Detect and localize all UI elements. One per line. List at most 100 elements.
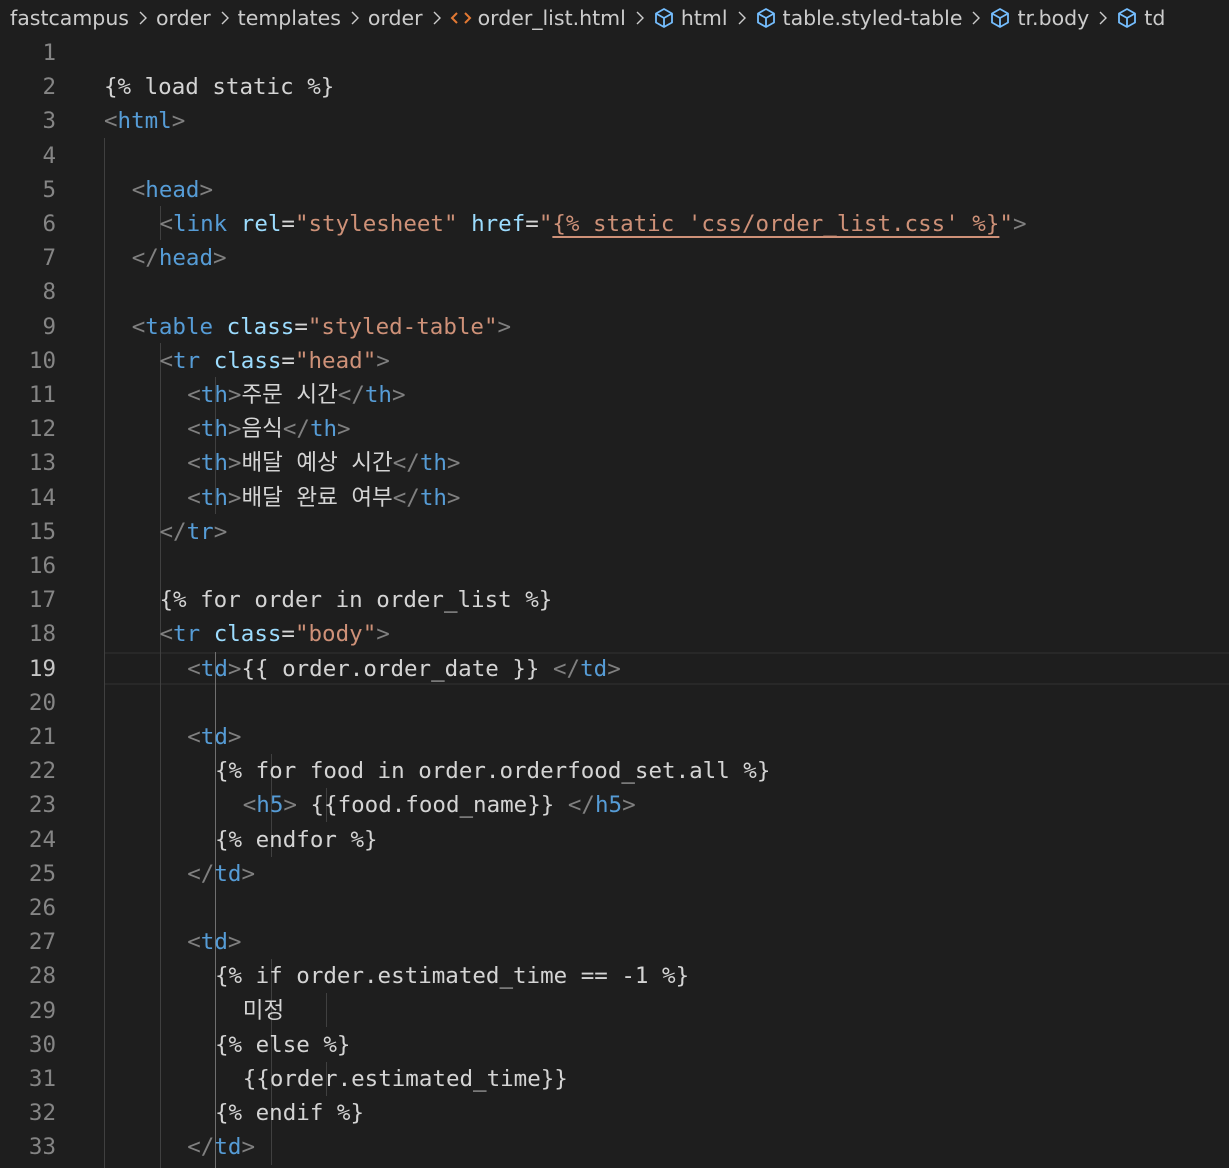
code-token: >	[227, 655, 242, 682]
breadcrumb-label: td	[1144, 5, 1166, 30]
code-token: </	[159, 518, 187, 545]
breadcrumb-item-templates[interactable]: templates	[238, 6, 341, 30]
line-number: 23	[28, 792, 56, 819]
code-token: th	[200, 416, 228, 443]
cube-icon	[989, 7, 1011, 29]
code-token: >	[227, 724, 242, 750]
code-token: {{food.food_name}}	[296, 792, 568, 819]
code-token: 음식	[241, 416, 283, 443]
code-line[interactable]: 1	[0, 36, 1229, 70]
code-token: >	[1012, 211, 1027, 237]
code-line[interactable]: 13 <th>배달 예상 시간</th>	[0, 446, 1229, 480]
chevron-right-icon	[220, 10, 230, 26]
code-token: "stylesheet"	[294, 211, 458, 237]
code-token: >	[241, 860, 255, 887]
code-token: td	[214, 860, 242, 887]
code-line[interactable]: 28 {% if order.estimated_time == -1 %}	[0, 959, 1229, 993]
code-token: =	[281, 347, 295, 374]
line-number: 10	[28, 347, 56, 374]
code-line[interactable]: 12 <th>음식</th>	[0, 412, 1229, 446]
code-line[interactable]: 20	[0, 686, 1229, 720]
code-token: href	[471, 211, 526, 237]
code-token: >	[497, 313, 512, 340]
code-line[interactable]: 27 <td>	[0, 925, 1229, 959]
breadcrumb-label: order_list.html	[477, 5, 626, 30]
code-line[interactable]: 11 <th>주문 시간</th>	[0, 378, 1229, 412]
code-line[interactable]: 14 <th>배달 완료 여부</th>	[0, 481, 1229, 515]
code-line[interactable]: 16	[0, 549, 1229, 583]
code-token: >	[227, 416, 242, 443]
code-line[interactable]: 8	[0, 275, 1229, 309]
code-line[interactable]: 3 <html>	[0, 104, 1229, 138]
code-token: >	[391, 382, 406, 408]
code-line[interactable]: 22 {% for food in order.orderfood_set.all…	[0, 754, 1229, 788]
code-token: =	[281, 211, 295, 237]
code-token: "body"	[294, 621, 377, 648]
code-token: class	[226, 313, 295, 340]
code-line[interactable]: 21 <td>	[0, 720, 1229, 754]
code-line[interactable]: 29 미정	[0, 994, 1229, 1028]
breadcrumb-label: fastcampus	[10, 5, 129, 30]
line-number: 14	[28, 484, 56, 511]
code-line[interactable]: 4	[0, 139, 1229, 173]
code-token: >	[227, 484, 242, 511]
code-line[interactable]: 17 {% for order in order_list %}	[0, 583, 1229, 617]
code-text: </head>	[132, 241, 227, 275]
code-token: {% else %}	[215, 1031, 351, 1058]
code-line[interactable]: 7 </head>	[0, 241, 1229, 275]
code-token: <	[187, 929, 201, 956]
code-token: >	[337, 416, 351, 443]
code-token: >	[199, 176, 214, 203]
code-text: <th>주문 시간</th>	[187, 378, 405, 412]
breadcrumb-item-td[interactable]: td	[1116, 6, 1165, 30]
line-number: 30	[28, 1031, 56, 1058]
code-line[interactable]: 26	[0, 891, 1229, 925]
code-line[interactable]: 32 {% endif %}	[0, 1096, 1229, 1130]
code-line[interactable]: 18 <tr class="body">	[0, 617, 1229, 651]
breadcrumb-item-tr-body[interactable]: tr.body	[989, 6, 1089, 30]
cube-icon	[653, 7, 675, 29]
breadcrumb-item-order-folder[interactable]: order	[368, 6, 423, 30]
line-number: 6	[42, 211, 56, 237]
code-token: {% for order in order_list %}	[159, 587, 553, 614]
breadcrumb-item-order[interactable]: order	[156, 6, 211, 30]
code-line[interactable]: 24 {% endfor %}	[0, 823, 1229, 857]
line-number: 3	[42, 108, 56, 135]
code-line[interactable]: 9 <table class="styled-table">	[0, 310, 1229, 344]
code-line[interactable]: 19 <td>{{ order.order_date }} </td>	[0, 652, 1229, 686]
line-number: 5	[42, 176, 56, 203]
code-text: <head>	[132, 173, 213, 207]
code-token: </	[567, 792, 595, 819]
code-token: th	[200, 382, 228, 408]
code-line[interactable]: 10 <tr class="head">	[0, 344, 1229, 378]
breadcrumb-item-fastcampus[interactable]: fastcampus	[10, 6, 129, 30]
breadcrumb-item-order-list-html[interactable]: order_list.html	[450, 6, 626, 30]
code-line[interactable]: 23 <h5> {{food.food_name}} </h5>	[0, 788, 1229, 822]
code-text: <th>음식</th>	[187, 412, 350, 446]
code-token: >	[446, 484, 461, 511]
breadcrumb-label: order	[367, 5, 423, 30]
line-number: 11	[28, 382, 56, 408]
code-token: >	[171, 108, 186, 135]
code-text: <h5> {{food.food_name}} </h5>	[243, 788, 636, 822]
code-token: >	[227, 929, 242, 956]
code-line[interactable]: 2 {% load static %}	[0, 70, 1229, 104]
line-number: 27	[28, 929, 56, 956]
code-token: <	[131, 176, 146, 203]
code-token: =	[525, 211, 539, 237]
code-token: h5	[256, 792, 284, 819]
code-line[interactable]: 15 </tr>	[0, 515, 1229, 549]
breadcrumb-item-html[interactable]: html	[653, 6, 728, 30]
code-line[interactable]: 33 </td>	[0, 1130, 1229, 1164]
code-line[interactable]: 31 {{order.estimated_time}}	[0, 1062, 1229, 1096]
line-number: 12	[28, 416, 56, 443]
breadcrumb-item-table[interactable]: table.styled-table	[755, 6, 962, 30]
code-line[interactable]: 25 </td>	[0, 857, 1229, 891]
code-token: 주문 시간	[241, 382, 338, 408]
code-line[interactable]: 5 <head>	[0, 173, 1229, 207]
code-token: th	[419, 484, 447, 511]
code-line[interactable]: 30 {% else %}	[0, 1028, 1229, 1062]
code-line[interactable]: 6 <link rel="stylesheet" href="{% static …	[0, 207, 1229, 241]
code-editor[interactable]: 1 2 {% load static %} 3 <html> 4 5 <head> 6 <link…	[0, 36, 1229, 1168]
